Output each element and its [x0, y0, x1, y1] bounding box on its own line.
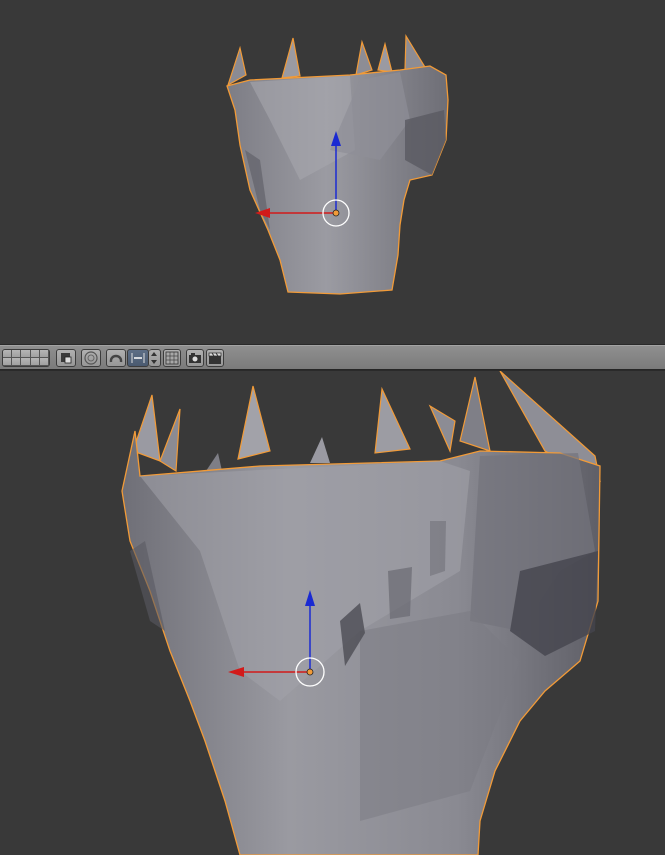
circle-icon[interactable] [81, 349, 101, 367]
magnet-icon[interactable] [106, 349, 126, 367]
arrows-updown-icon[interactable] [149, 349, 161, 367]
camera-icon[interactable] [186, 349, 204, 367]
viewport-top[interactable] [0, 0, 665, 344]
viewport-header-toolbar [0, 345, 665, 370]
mesh-object-top[interactable] [0, 0, 665, 344]
layers-grid-icon[interactable] [2, 349, 50, 367]
viewport-bottom[interactable] [0, 371, 665, 855]
snap-target-icon[interactable] [127, 349, 149, 367]
mesh-object-bottom[interactable] [0, 371, 665, 855]
grid-icon[interactable] [163, 349, 181, 367]
clapper-icon[interactable] [206, 349, 224, 367]
lock-icon[interactable] [56, 349, 76, 367]
